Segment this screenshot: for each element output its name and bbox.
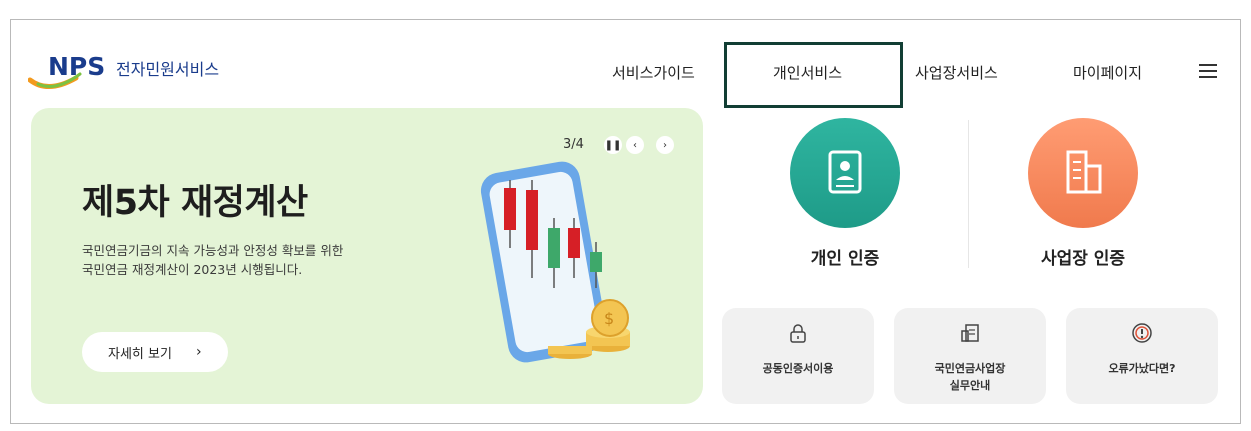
logo-brand: NPS xyxy=(48,52,106,81)
hamburger-icon[interactable] xyxy=(1199,64,1217,79)
cert-divider xyxy=(968,120,969,268)
joint-cert-tile[interactable]: 공동인증서이용 xyxy=(722,308,874,404)
logo-subtitle: 전자민원서비스 xyxy=(116,60,220,79)
alert-icon xyxy=(1132,323,1152,343)
error-help-tile[interactable]: 오류가났다면? xyxy=(1066,308,1218,404)
nav-business-service[interactable]: 사업장서비스 xyxy=(915,62,998,83)
banner-title: 제5차 재정계산 xyxy=(82,183,308,223)
lock-icon xyxy=(790,324,806,343)
banner-desc-line1: 국민연금기금의 지속 가능성과 안정성 확보를 위한 xyxy=(82,243,344,258)
nps-logo[interactable]: NPS 전자민원서비스 xyxy=(28,42,248,90)
id-card-icon xyxy=(828,150,862,194)
nav-service-guide[interactable]: 서비스가이드 xyxy=(612,62,695,83)
joint-cert-label: 공동인증서이용 xyxy=(762,362,834,375)
error-help-label: 오류가났다면? xyxy=(1108,362,1176,375)
personal-cert-circle xyxy=(790,118,900,228)
slide-page-indicator: 3/4 xyxy=(563,137,584,152)
chevron-right-icon: › xyxy=(195,344,202,360)
business-cert-circle xyxy=(1028,118,1138,228)
pause-button[interactable]: ❚❚ xyxy=(604,136,622,154)
next-slide-button[interactable]: › xyxy=(656,136,674,154)
phone-chart-illustration: $ xyxy=(480,161,630,363)
banner-description: 국민연금기금의 지속 가능성과 안정성 확보를 위한 국민연금 재정계산이 20… xyxy=(82,241,412,279)
personal-cert-card[interactable]: 개인 인증 xyxy=(765,118,925,269)
building-icon xyxy=(1066,150,1102,194)
personal-cert-label: 개인 인증 xyxy=(810,249,880,269)
workplace-guide-line1: 국민연금사업장 xyxy=(934,362,1006,375)
workplace-guide-tile[interactable]: 국민연금사업장 실무안내 xyxy=(894,308,1046,404)
prev-slide-button[interactable]: ‹ xyxy=(626,136,644,154)
workplace-guide-label: 국민연금사업장 실무안내 xyxy=(894,360,1046,394)
business-cert-label: 사업장 인증 xyxy=(1040,249,1126,269)
nav-my-page[interactable]: 마이페이지 xyxy=(1073,62,1142,83)
nav-personal-service[interactable]: 개인서비스 xyxy=(773,62,842,83)
workplace-guide-line2: 실무안내 xyxy=(949,379,991,392)
svg-text:$: $ xyxy=(604,309,614,328)
view-details-button[interactable]: 자세히 보기 › xyxy=(82,332,228,372)
banner-desc-line2: 국민연금 재정계산이 2023년 시행됩니다. xyxy=(82,262,303,277)
document-icon xyxy=(961,324,979,342)
view-details-label: 자세히 보기 xyxy=(108,346,172,362)
business-cert-card[interactable]: 사업장 인증 xyxy=(1003,118,1163,269)
